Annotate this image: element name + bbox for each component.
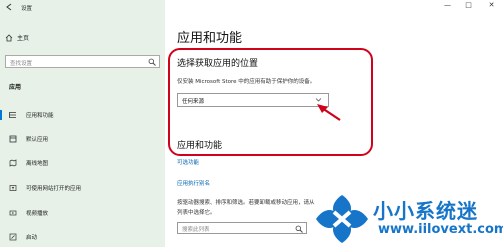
settings-search-input[interactable]: 查找设置	[5, 55, 160, 68]
default-apps-icon	[8, 134, 18, 144]
sidebar-item-label: 离线地图	[26, 161, 49, 167]
search-icon	[295, 225, 303, 233]
sidebar-item-label: 应用和功能	[26, 113, 54, 119]
apps-features-heading: 应用和功能	[177, 141, 223, 151]
app-execution-alias-link[interactable]: 应用执行别名	[177, 179, 210, 187]
sidebar-item-default-apps[interactable]: 默认应用	[0, 131, 165, 147]
page-title: 应用和功能	[177, 31, 243, 46]
sidebar-item-label: 可使用网站打开的应用	[26, 186, 82, 192]
sidebar-item-label: 启动	[26, 235, 38, 241]
sidebar-item-startup[interactable]: 启动	[0, 229, 165, 245]
sidebar-item-apps-features[interactable]: 应用和功能	[0, 107, 165, 123]
sidebar-item-offline-maps[interactable]: 离线地图	[0, 155, 165, 171]
app-list-search-input[interactable]: 搜索此列表	[177, 222, 307, 234]
list-icon	[8, 110, 18, 120]
sidebar-item-label: 默认应用	[26, 137, 49, 143]
watermark-logo	[316, 195, 368, 243]
nav-home[interactable]: 主页	[5, 33, 29, 42]
open-in-browser-icon	[8, 183, 18, 193]
app-source-value: 任何来源	[182, 99, 205, 105]
app-list-search-placeholder: 搜索此列表	[182, 227, 210, 233]
watermark-title: 小小系统迷	[373, 199, 478, 223]
video-icon	[8, 208, 18, 218]
home-icon	[5, 33, 13, 41]
window-title: 设置	[21, 6, 33, 12]
minimize-button[interactable]: —	[440, 1, 455, 12]
map-icon	[8, 158, 18, 168]
sidebar: 设置 主页 查找设置 应用 应用和功能 默认应用 离线地图 可使用网站打开的应用…	[0, 0, 165, 247]
close-button[interactable]: ✕	[484, 1, 499, 12]
app-source-dropdown[interactable]: 任何来源	[177, 93, 329, 107]
optional-features-link[interactable]: 可选功能	[177, 158, 199, 166]
sidebar-item-label: 视频播放	[26, 211, 49, 217]
annotation-arrow-icon	[317, 104, 341, 121]
back-arrow-icon[interactable]	[4, 2, 14, 12]
filter-help-text: 按驱动器搜索、排序和筛选。若要卸载或移动应用，请从列表中选择它。	[177, 200, 315, 216]
nav-home-label: 主页	[17, 35, 30, 42]
sidebar-item-video-playback[interactable]: 视频播放	[0, 205, 165, 221]
settings-search-placeholder: 查找设置	[10, 61, 33, 67]
sidebar-item-apps-for-websites[interactable]: 可使用网站打开的应用	[0, 180, 165, 196]
choose-source-description: 仅安装 Microsoft Store 中的应用有助于保护你的设备。	[177, 79, 316, 85]
choose-source-heading: 选择获取应用的位置	[177, 59, 259, 69]
search-icon	[148, 58, 156, 66]
sidebar-section-label: 应用	[9, 84, 22, 91]
maximize-button[interactable]: □	[461, 1, 476, 12]
watermark-url: www.iilovext.com	[378, 222, 503, 237]
startup-icon	[8, 232, 18, 242]
